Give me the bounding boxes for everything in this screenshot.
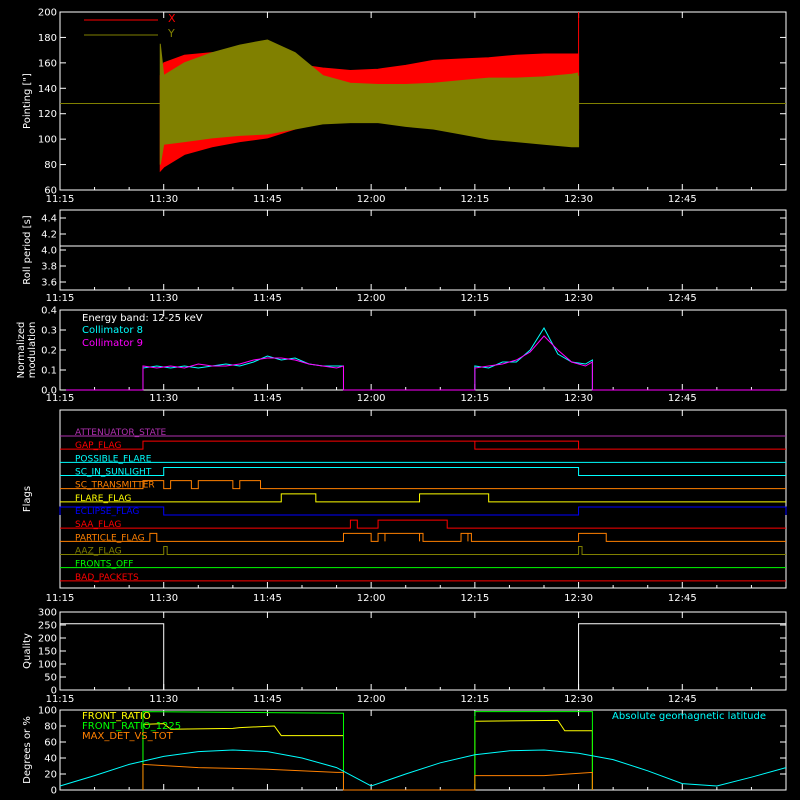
y-tick-label: 0.4 [41, 306, 57, 317]
x-tick-label: 11:45 [253, 694, 282, 705]
y-tick-label: 3.6 [41, 278, 57, 289]
energy-band-annotation: Energy band: 12-25 keV [82, 313, 203, 324]
x-tick-label: 12:00 [357, 393, 386, 404]
y-tick-label: 160 [38, 58, 57, 69]
x-tick-label: 11:15 [46, 694, 75, 705]
y-tick-label: 60 [44, 738, 57, 749]
legend-collimator-9: Collimator 9 [82, 338, 143, 349]
x-tick-label: 12:30 [564, 293, 593, 304]
x-tick-label: 12:45 [668, 393, 697, 404]
x-tick-label: 12:15 [460, 393, 489, 404]
y-tick-label: 100 [38, 135, 57, 146]
y-tick-label: 80 [44, 160, 57, 171]
y-tick-label: 0.1 [41, 366, 57, 377]
legend-x-label: X [168, 12, 176, 25]
y-tick-label: 0.2 [41, 346, 57, 357]
x-tick-label: 11:15 [46, 593, 75, 604]
y-label-line: Normalized [16, 322, 27, 379]
y-label-line: modulation [27, 322, 38, 379]
legend-geomagnetic-latitude: Absolute geomagnetic latitude [612, 711, 766, 722]
y-tick-label: 0.3 [41, 326, 57, 337]
y-tick-label: 80 [44, 722, 57, 733]
x-tick-label: 11:45 [253, 293, 282, 304]
y-tick-label: 200 [38, 8, 57, 19]
x-tick-label: 11:30 [149, 194, 178, 205]
flag-label: ECLIPSE_FLAG [75, 507, 139, 517]
x-tick-label: 12:00 [357, 293, 386, 304]
ratios-y-label: Degrees or % [22, 716, 33, 784]
x-tick-label: 12:45 [668, 694, 697, 705]
x-tick-label: 12:00 [357, 194, 386, 205]
x-tick-label: 11:15 [46, 194, 75, 205]
y-tick-label: 4.2 [41, 230, 57, 241]
x-tick-label: 12:45 [668, 593, 697, 604]
x-tick-label: 11:45 [253, 393, 282, 404]
y-tick-label: 50 [44, 673, 57, 684]
y-tick-label: 300 [38, 608, 57, 619]
x-tick-label: 12:15 [460, 593, 489, 604]
y-tick-label: 100 [38, 660, 57, 671]
y-tick-label: 20 [44, 770, 57, 781]
x-tick-label: 12:45 [668, 293, 697, 304]
x-tick-label: 11:30 [149, 593, 178, 604]
legend-collimator-8: Collimator 8 [82, 325, 143, 336]
y-tick-label: 120 [38, 109, 57, 120]
y-tick-label: 250 [38, 621, 57, 632]
x-tick-label: 12:45 [668, 194, 697, 205]
y-tick-label: 150 [38, 647, 57, 658]
legend-max-det-vs-tot: MAX_DET_VS_TOT [82, 731, 174, 742]
x-tick-label: 11:45 [253, 593, 282, 604]
y-tick-label: 200 [38, 634, 57, 645]
y-tick-label: 180 [38, 33, 57, 44]
x-tick-label: 11:15 [46, 293, 75, 304]
x-tick-label: 11:15 [46, 393, 75, 404]
figure: 6080100120140160180200 Pointing ["] X Y … [0, 0, 800, 800]
y-tick-label: 3.8 [41, 262, 57, 273]
x-tick-label: 12:15 [460, 293, 489, 304]
x-tick-label: 12:00 [357, 694, 386, 705]
roll-y-label: Roll period [s] [22, 215, 33, 284]
x-tick-label: 11:30 [149, 293, 178, 304]
flags-y-label: Flags [22, 486, 33, 512]
x-tick-label: 12:30 [564, 593, 593, 604]
quality-y-label: Quality [22, 633, 33, 669]
y-tick-label: 4.4 [41, 214, 57, 225]
x-tick-label: 11:30 [149, 393, 178, 404]
x-tick-label: 12:30 [564, 694, 593, 705]
x-tick-label: 11:30 [149, 694, 178, 705]
legend-y-label: Y [167, 27, 175, 40]
y-tick-label: 40 [44, 754, 57, 765]
pointing-y-label: Pointing ["] [22, 73, 33, 129]
x-tick-label: 12:15 [460, 194, 489, 205]
modulation-y-label: Normalizedmodulation [16, 322, 38, 379]
x-tick-label: 11:45 [253, 194, 282, 205]
y-tick-label: 100 [38, 706, 57, 717]
y-tick-label: 0 [51, 786, 57, 797]
x-tick-label: 12:15 [460, 694, 489, 705]
x-tick-label: 12:00 [357, 593, 386, 604]
y-tick-label: 4.0 [41, 246, 57, 257]
x-tick-label: 12:30 [564, 194, 593, 205]
x-tick-label: 12:30 [564, 393, 593, 404]
y-tick-label: 140 [38, 84, 57, 95]
